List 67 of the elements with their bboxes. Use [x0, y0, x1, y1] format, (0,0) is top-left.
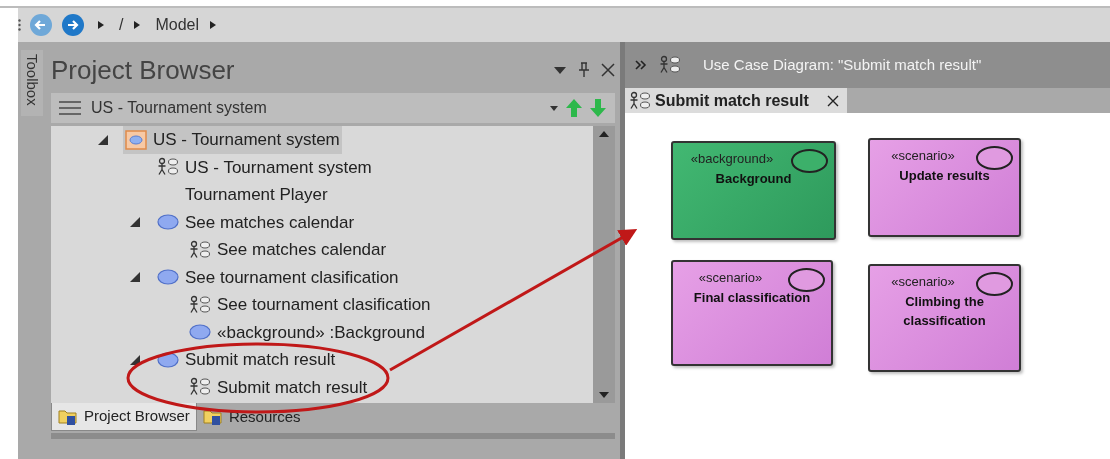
panel-tab[interactable]: Project Browser [51, 403, 197, 431]
grip-icon [18, 19, 21, 31]
tree-item[interactable]: See matches calendar [155, 208, 357, 236]
tree-item[interactable]: Tournament Player [155, 181, 330, 209]
expanded-triangle-icon[interactable] [129, 216, 141, 229]
scroll-down-icon[interactable] [598, 391, 610, 399]
tree-item[interactable]: Submit match result [155, 346, 338, 374]
breadcrumb-item[interactable]: Model [155, 13, 200, 37]
toolbox-strip[interactable]: Toolbox [21, 50, 43, 116]
element-name: Final classification [692, 289, 812, 307]
use-case-icon [157, 351, 179, 368]
folder-icon [58, 407, 78, 426]
close-icon[interactable] [826, 94, 839, 107]
scrollbar[interactable] [593, 126, 615, 403]
use-case-oval-icon [976, 146, 1013, 170]
use-case-diagram-icon [189, 239, 211, 260]
use-case-element[interactable]: «scenario» Climbing the classification [868, 264, 1021, 372]
back-icon[interactable] [29, 13, 53, 37]
diagram-header: Use Case Diagram: "Submit match result" [703, 54, 982, 75]
use-case-element[interactable]: «scenario» Final classification [671, 260, 833, 366]
use-case-diagram-icon [659, 55, 681, 75]
use-case-icon [157, 269, 179, 286]
element-name: Background [714, 170, 793, 188]
stereotype-label: «background» [689, 150, 775, 168]
element-name: Climbing the classification [902, 293, 987, 330]
package-icon [125, 129, 147, 150]
panel-title: Project Browser [51, 53, 236, 87]
menu-icon[interactable] [59, 101, 81, 115]
use-case-icon [157, 214, 179, 231]
stereotype-label: «scenario» [890, 273, 956, 291]
tree-item[interactable]: US - Tournament system [155, 153, 374, 181]
chevron-right-icon[interactable] [635, 60, 647, 70]
tree-item[interactable]: See matches calendar [187, 236, 389, 264]
use-case-icon [189, 324, 211, 341]
use-case-element[interactable]: «background» Background [671, 141, 836, 240]
breadcrumb-item[interactable]: / [119, 13, 124, 37]
use-case-diagram-icon [189, 294, 211, 315]
diagram-tab[interactable]: Submit match result [625, 88, 847, 113]
stereotype-label: «scenario» [890, 147, 956, 165]
element-name: Update results [898, 167, 991, 185]
tree-item[interactable]: Submit match result [187, 373, 370, 401]
package-name: US - Tournament system [91, 98, 268, 118]
caret-icon[interactable] [97, 20, 105, 30]
dropdown-icon[interactable] [549, 104, 559, 112]
tree-item[interactable]: US - Tournament system [123, 126, 342, 154]
use-case-diagram-icon [189, 377, 211, 398]
tree-item[interactable]: See tournament clasification [187, 291, 433, 319]
tree-item[interactable]: «background» :Background [187, 318, 427, 346]
stereotype-label: «scenario» [697, 269, 764, 287]
use-case-oval-icon [976, 272, 1013, 296]
use-case-oval-icon [791, 149, 828, 173]
tree-item[interactable]: See tournament clasification [155, 263, 401, 291]
caret-icon[interactable] [133, 20, 142, 30]
dropdown-icon[interactable] [553, 65, 567, 75]
caret-icon[interactable] [209, 20, 218, 30]
pin-icon[interactable] [577, 62, 591, 78]
expanded-triangle-icon[interactable] [129, 353, 141, 366]
use-case-oval-icon [788, 268, 825, 292]
close-icon[interactable] [601, 63, 615, 77]
use-case-diagram-icon [157, 157, 179, 178]
use-case-element[interactable]: «scenario» Update results [868, 138, 1021, 237]
expanded-triangle-icon[interactable] [97, 133, 109, 146]
expanded-triangle-icon[interactable] [129, 271, 141, 284]
use-case-diagram-icon [629, 90, 651, 111]
forward-icon[interactable] [61, 13, 85, 37]
folder-icon [202, 408, 223, 426]
scroll-up-icon[interactable] [598, 130, 610, 138]
